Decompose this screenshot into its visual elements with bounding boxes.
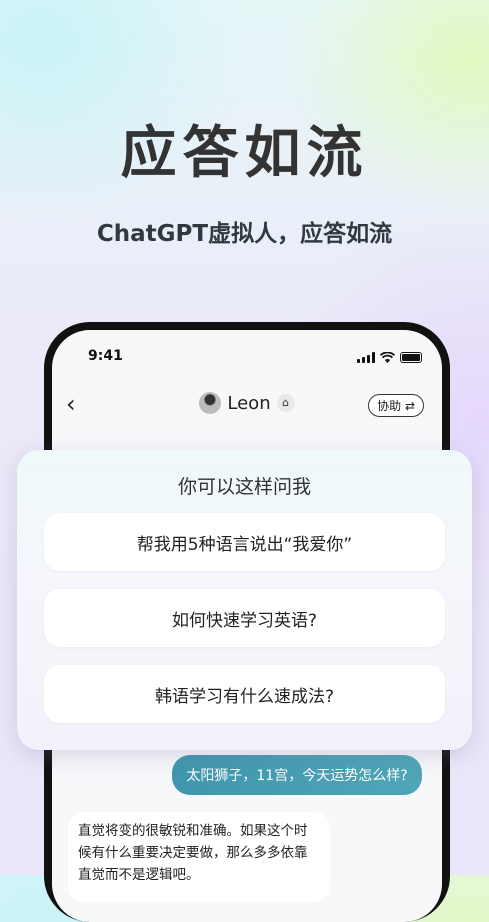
chat-header: ‹ Leon ⌂ 协助 ⇄	[52, 384, 442, 424]
bot-message: 直觉将变的很敏锐和准确。如果这个时候有什么重要决定要做，那么多多依靠直觉而不是逻…	[68, 812, 330, 902]
suggestion-panel: 你可以这样问我 帮我用5种语言说出“我爱你” 如何快速学习英语? 韩语学习有什么…	[17, 450, 472, 750]
wifi-icon	[380, 352, 395, 363]
contact-name: Leon	[227, 392, 271, 414]
suggestion-item[interactable]: 如何快速学习英语?	[44, 589, 445, 647]
promo-subtitle: ChatGPT虚拟人，应答如流	[96, 221, 393, 247]
status-icons	[357, 352, 422, 363]
suggestion-title: 你可以这样问我	[177, 476, 311, 498]
assist-button[interactable]: 协助 ⇄	[368, 394, 424, 417]
home-icon[interactable]: ⌂	[276, 394, 295, 412]
avatar	[199, 392, 222, 414]
suggestion-item[interactable]: 韩语学习有什么速成法?	[44, 665, 445, 723]
suggestion-item[interactable]: 帮我用5种语言说出“我爱你”	[44, 513, 445, 571]
user-message: 太阳狮子，11宫，今天运势怎么样?	[172, 755, 422, 795]
status-time: 9:41	[88, 348, 123, 364]
battery-icon	[400, 352, 422, 363]
status-bar: 9:41	[88, 348, 422, 368]
signal-icon	[357, 352, 375, 363]
promo-headline: 应答如流	[120, 121, 369, 186]
